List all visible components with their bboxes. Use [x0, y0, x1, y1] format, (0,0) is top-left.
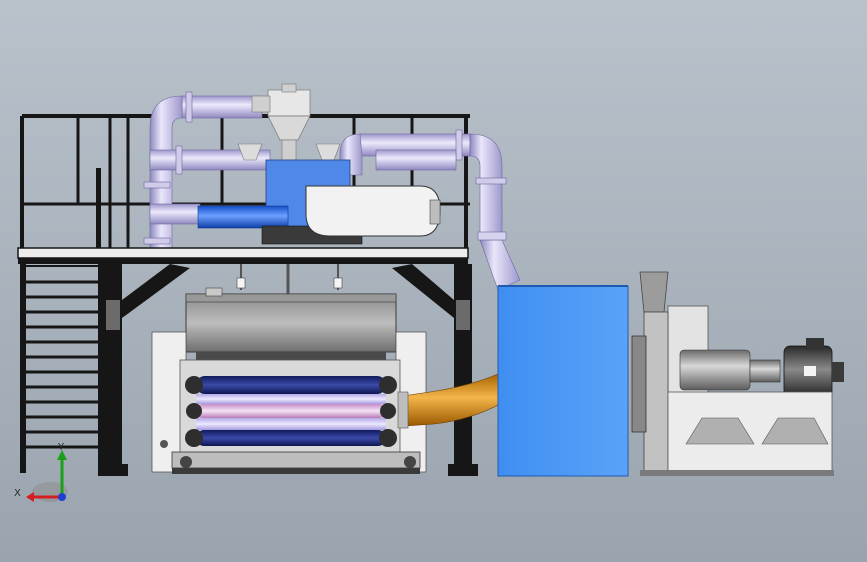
extruder-drive — [197, 159, 441, 245]
spinning-die-head — [185, 287, 397, 360]
triad-y-label: Y — [57, 442, 65, 453]
machine-scene: X Y — [14, 83, 844, 502]
cyclone-separator — [237, 83, 341, 161]
cad-viewport[interactable]: X Y — [0, 0, 867, 562]
platform-deck — [17, 247, 469, 264]
suction-fan-assembly — [631, 271, 844, 476]
blower-housing-box — [497, 285, 629, 477]
triad-x-label: X — [14, 488, 21, 499]
